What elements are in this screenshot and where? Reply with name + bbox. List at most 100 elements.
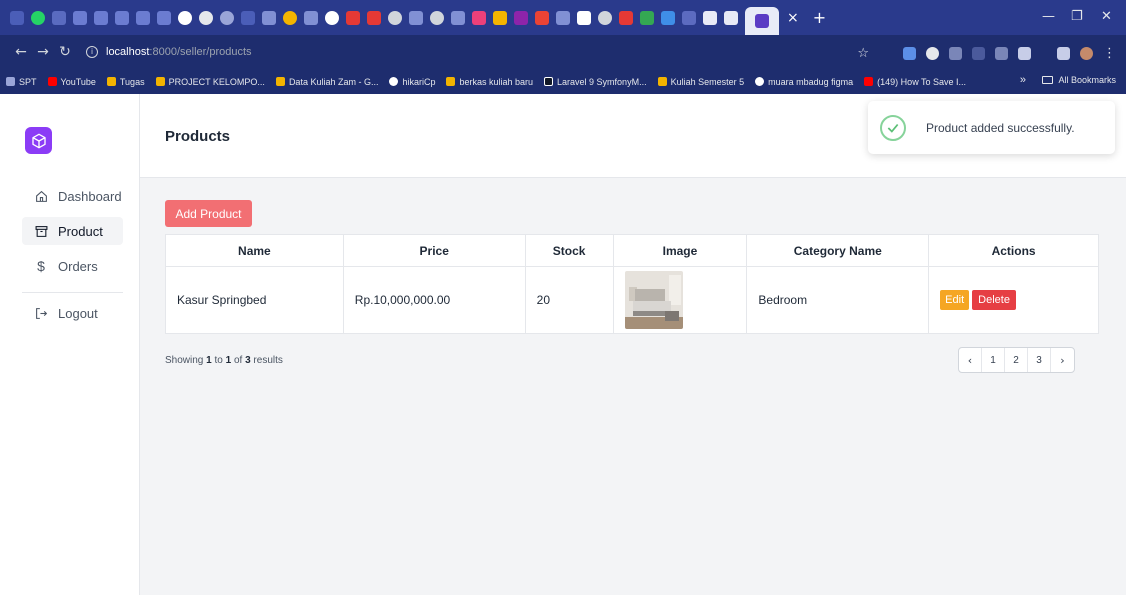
site-info-icon[interactable]: i bbox=[86, 46, 98, 58]
product-price-cell: Rp.10,000,000.00 bbox=[342, 266, 526, 334]
sidebar-item-label: Product bbox=[58, 223, 103, 239]
bookmark-project[interactable]: PROJECT KELOMPO... bbox=[155, 77, 265, 87]
edit-button[interactable]: Edit bbox=[940, 290, 970, 310]
tab-favicon[interactable] bbox=[429, 10, 444, 25]
address-bar: ← → ↻ i localhost:8000/seller/products ☆… bbox=[0, 35, 1126, 69]
page-title: Products bbox=[165, 128, 231, 145]
minimize-icon[interactable]: — bbox=[1042, 9, 1055, 24]
page-3-button[interactable]: 3 bbox=[1028, 348, 1051, 372]
column-header-stock[interactable]: Stock bbox=[524, 234, 614, 267]
bookmark-berkas[interactable]: berkas kuliah baru bbox=[446, 77, 533, 87]
sidebar-item-product[interactable]: Product bbox=[22, 217, 123, 245]
product-name-cell: Kasur Springbed bbox=[165, 266, 344, 334]
page-1-button[interactable]: 1 bbox=[982, 348, 1005, 372]
tab-favicon[interactable] bbox=[450, 10, 465, 25]
bookmark-spt[interactable]: SPT bbox=[6, 77, 37, 87]
bookmark-laravel[interactable]: Laravel 9 SymfonyM... bbox=[544, 77, 647, 87]
product-thumbnail[interactable] bbox=[624, 271, 683, 329]
bookmark-figma[interactable]: muara mbadug figma bbox=[755, 77, 853, 87]
tab-favicon[interactable] bbox=[366, 10, 381, 25]
chevron-right-icon[interactable]: › bbox=[1051, 348, 1074, 372]
sidebar-item-label: Dashboard bbox=[58, 188, 122, 204]
success-toast[interactable]: Product added successfully. bbox=[868, 101, 1115, 154]
all-bookmarks[interactable]: All Bookmarks bbox=[1042, 75, 1116, 85]
tab-favicon[interactable] bbox=[639, 10, 654, 25]
tab-favicon[interactable] bbox=[240, 10, 255, 25]
page-2-button[interactable]: 2 bbox=[1005, 348, 1028, 372]
tab-gmail-icon[interactable] bbox=[534, 10, 549, 25]
profile-avatar[interactable] bbox=[1080, 46, 1093, 60]
tab-favicon[interactable] bbox=[177, 10, 192, 25]
tab-search-icon[interactable] bbox=[9, 10, 24, 25]
tab-favicon[interactable] bbox=[114, 10, 129, 25]
sidebar: Dashboard Product $ Orders Logout bbox=[0, 94, 140, 595]
bookmark-youtube[interactable]: YouTube bbox=[47, 77, 96, 87]
tab-favicon[interactable] bbox=[723, 10, 738, 25]
tab-favicon[interactable] bbox=[345, 10, 360, 25]
restore-icon[interactable]: ❐ bbox=[1071, 9, 1083, 24]
home-icon bbox=[34, 189, 48, 203]
delete-button[interactable]: Delete bbox=[972, 290, 1016, 310]
tab-favicon[interactable] bbox=[513, 10, 528, 25]
reload-icon[interactable]: ↻ bbox=[54, 44, 76, 60]
tab-whatsapp-icon[interactable] bbox=[30, 10, 45, 25]
column-header-name[interactable]: Name bbox=[165, 234, 344, 267]
extension-icon[interactable] bbox=[995, 46, 1008, 60]
extension-icon[interactable] bbox=[972, 46, 985, 60]
new-tab-icon[interactable]: + bbox=[813, 8, 826, 27]
tab-favicon[interactable] bbox=[303, 10, 318, 25]
extensions-puzzle-icon[interactable] bbox=[1018, 46, 1031, 60]
tab-close-icon[interactable]: × bbox=[787, 10, 799, 26]
tab-favicon[interactable] bbox=[324, 10, 339, 25]
tab-favicon[interactable] bbox=[681, 10, 696, 25]
tab-favicon[interactable] bbox=[51, 10, 66, 25]
extension-icon[interactable] bbox=[949, 46, 962, 60]
url-field[interactable]: i localhost:8000/seller/products bbox=[86, 46, 252, 58]
active-tab[interactable] bbox=[745, 7, 779, 35]
bookmarks-overflow-icon[interactable]: » bbox=[1020, 74, 1026, 86]
sidebar-item-logout[interactable]: Logout bbox=[22, 299, 123, 327]
column-header-image[interactable]: Image bbox=[612, 234, 748, 267]
column-header-category[interactable]: Category Name bbox=[746, 234, 930, 267]
tab-favicon[interactable] bbox=[93, 10, 108, 25]
browser-menu-icon[interactable]: ⋮ bbox=[1103, 45, 1116, 61]
bookmark-hikaricp[interactable]: hikariCp bbox=[389, 77, 435, 87]
back-icon[interactable]: ← bbox=[10, 44, 32, 60]
bookmark-how-to-save[interactable]: (149) How To Save I... bbox=[864, 77, 966, 87]
tab-favicon[interactable] bbox=[198, 10, 213, 25]
tab-favicon[interactable] bbox=[261, 10, 276, 25]
extension-icon[interactable] bbox=[903, 46, 916, 60]
sidebar-item-dashboard[interactable]: Dashboard bbox=[22, 182, 123, 210]
tab-favicon[interactable] bbox=[492, 10, 507, 25]
column-header-price[interactable]: Price bbox=[342, 234, 526, 267]
forward-icon[interactable]: → bbox=[32, 44, 54, 60]
tab-favicon[interactable] bbox=[387, 10, 402, 25]
tab-favicon[interactable] bbox=[219, 10, 234, 25]
tab-favicon[interactable] bbox=[135, 10, 150, 25]
close-window-icon[interactable]: ✕ bbox=[1101, 9, 1112, 24]
tab-favicon[interactable] bbox=[597, 10, 612, 25]
google-drive-icon bbox=[657, 77, 667, 86]
chevron-left-icon[interactable]: ‹ bbox=[959, 348, 982, 372]
tab-favicon[interactable] bbox=[408, 10, 423, 25]
sidebar-item-orders[interactable]: $ Orders bbox=[22, 252, 123, 280]
tab-favicon[interactable] bbox=[660, 10, 675, 25]
add-product-button[interactable]: Add Product bbox=[165, 200, 252, 227]
extension-icon[interactable] bbox=[926, 46, 939, 60]
results-summary: Showing 1 to 1 of 3 results bbox=[165, 355, 283, 366]
tab-favicon[interactable] bbox=[156, 10, 171, 25]
bookmark-kuliah-semester[interactable]: Kuliah Semester 5 bbox=[657, 77, 744, 87]
tab-favicon[interactable] bbox=[702, 10, 717, 25]
bookmark-star-icon[interactable]: ☆ bbox=[857, 46, 869, 61]
tab-favicon[interactable] bbox=[555, 10, 570, 25]
tab-favicon[interactable] bbox=[282, 10, 297, 25]
google-drive-icon bbox=[446, 77, 456, 86]
bookmark-tugas[interactable]: Tugas bbox=[106, 77, 145, 87]
tab-favicon[interactable] bbox=[471, 10, 486, 25]
tab-favicon[interactable] bbox=[72, 10, 87, 25]
bookmark-data-kuliah[interactable]: Data Kuliah Zam - G... bbox=[275, 77, 378, 87]
tab-favicon[interactable] bbox=[576, 10, 591, 25]
reading-list-icon[interactable] bbox=[1057, 46, 1070, 60]
tab-favicon[interactable] bbox=[618, 10, 633, 25]
app-logo[interactable] bbox=[25, 127, 52, 154]
